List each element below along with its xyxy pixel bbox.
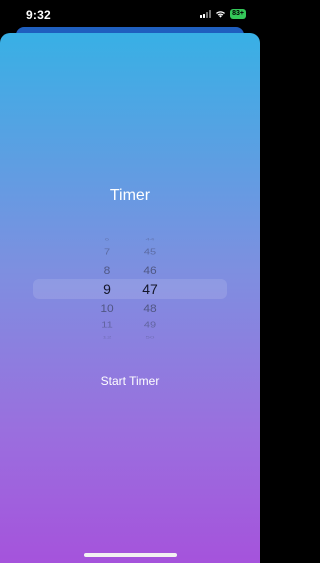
time-picker[interactable]: 6 7 8 9 10 11 12 44 45 46 47 48 49 50 — [0, 231, 260, 347]
minute-option[interactable]: 50 — [125, 336, 175, 340]
minute-selected-value[interactable]: 47 — [125, 281, 175, 297]
wifi-icon — [215, 10, 226, 18]
status-bar: 9:32 83+ — [0, 0, 260, 30]
minute-option[interactable]: 44 — [125, 238, 175, 242]
timer-sheet: Timer 6 7 8 9 10 11 12 44 45 46 47 48 49 50 Start Ti… — [0, 33, 260, 563]
minute-option[interactable]: 45 — [125, 248, 175, 257]
battery-icon: 83+ — [230, 9, 246, 19]
minute-option[interactable]: 48 — [125, 301, 175, 314]
status-time: 9:32 — [26, 8, 51, 22]
home-indicator — [84, 553, 177, 557]
minutes-wheel[interactable]: 44 45 46 47 48 49 50 — [125, 231, 175, 347]
status-icons: 83+ — [200, 9, 246, 19]
timer-title: Timer — [109, 187, 151, 204]
start-timer-button[interactable]: Start Timer — [101, 374, 160, 388]
minute-option[interactable]: 49 — [125, 321, 175, 330]
minute-option[interactable]: 46 — [125, 263, 175, 276]
cellular-signal-icon — [200, 10, 212, 18]
